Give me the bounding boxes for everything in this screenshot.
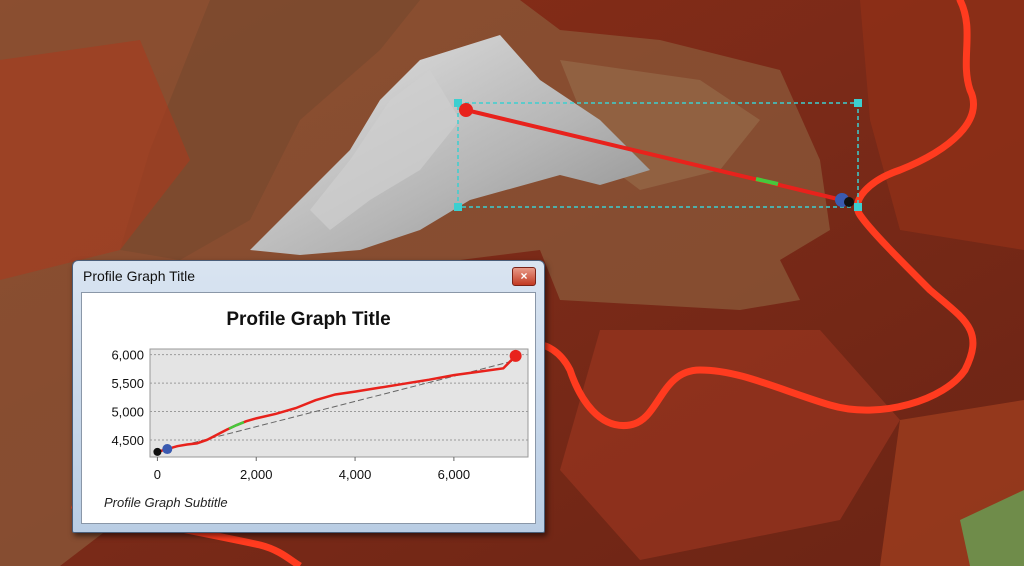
x-tick-label: 0 — [154, 467, 161, 482]
x-tick-label: 4,000 — [339, 467, 372, 482]
profile-graph-window[interactable]: Profile Graph Title × 4,500 5,000 5,500 6,0… — [72, 260, 545, 533]
start-point-icon — [162, 444, 173, 455]
x-tick-label: 6,000 — [438, 467, 471, 482]
origin-point — [153, 447, 162, 456]
y-tick-label: 5,500 — [111, 376, 144, 391]
y-tick-label: 6,000 — [111, 348, 144, 363]
graph-title: Profile Graph Title — [226, 309, 391, 330]
end-point-icon — [509, 349, 522, 362]
selection-handle[interactable] — [854, 99, 862, 107]
x-tick-label: 2,000 — [240, 467, 273, 482]
selection-handle[interactable] — [454, 203, 462, 211]
graph-panel: 4,500 5,000 5,500 6,000 0 2,000 4,000 6,000 Pro… — [81, 292, 536, 524]
graph-subtitle: Profile Graph Subtitle — [104, 495, 228, 510]
y-tick-label: 5,000 — [111, 405, 144, 420]
close-icon: × — [520, 269, 528, 283]
title-bar[interactable]: Profile Graph Title × — [73, 261, 544, 291]
end-point-icon[interactable] — [459, 103, 473, 117]
y-tick-label: 4,500 — [111, 433, 144, 448]
close-button[interactable]: × — [512, 267, 536, 286]
selection-handle[interactable] — [854, 203, 862, 211]
window-title: Profile Graph Title — [83, 268, 196, 284]
